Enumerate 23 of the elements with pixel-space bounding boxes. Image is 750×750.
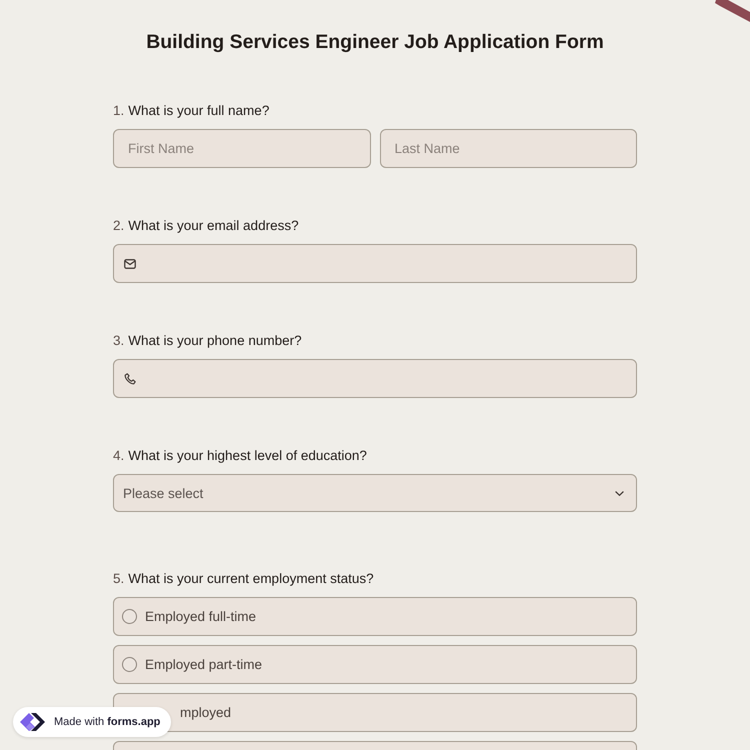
email-input-field[interactable]: [113, 244, 637, 283]
radio-option[interactable]: Employed full-time: [113, 597, 637, 636]
question-number: 3.: [113, 332, 124, 348]
input-field[interactable]: Last Name: [380, 129, 637, 168]
question-number: 4.: [113, 448, 124, 462]
phone-icon: [124, 372, 136, 384]
question-number: 5.: [113, 570, 124, 586]
phone-input-field[interactable]: [113, 359, 637, 398]
question-text: What is your email address?: [128, 218, 299, 232]
question-text: What is your phone number?: [128, 332, 302, 348]
education-dropdown[interactable]: Please select: [113, 474, 637, 512]
input-field[interactable]: First Name: [113, 129, 370, 168]
question-text: What is your highest level of education?: [128, 448, 367, 462]
radio-option[interactable]: Employed part-time: [113, 645, 637, 684]
question-number: 1.: [113, 102, 124, 118]
question-text: What is your full name?: [128, 102, 270, 118]
question-number: 2.: [113, 218, 124, 232]
form-title: Building Services Engineer Job Application Form: [146, 30, 604, 55]
question-text: What is your current employment status?: [128, 570, 374, 586]
made-with-badge[interactable]: Made with forms.app: [13, 707, 172, 737]
decorative-stripe: [714, 0, 750, 22]
mail-icon: [124, 258, 136, 268]
chevron-down-icon: [615, 490, 624, 496]
